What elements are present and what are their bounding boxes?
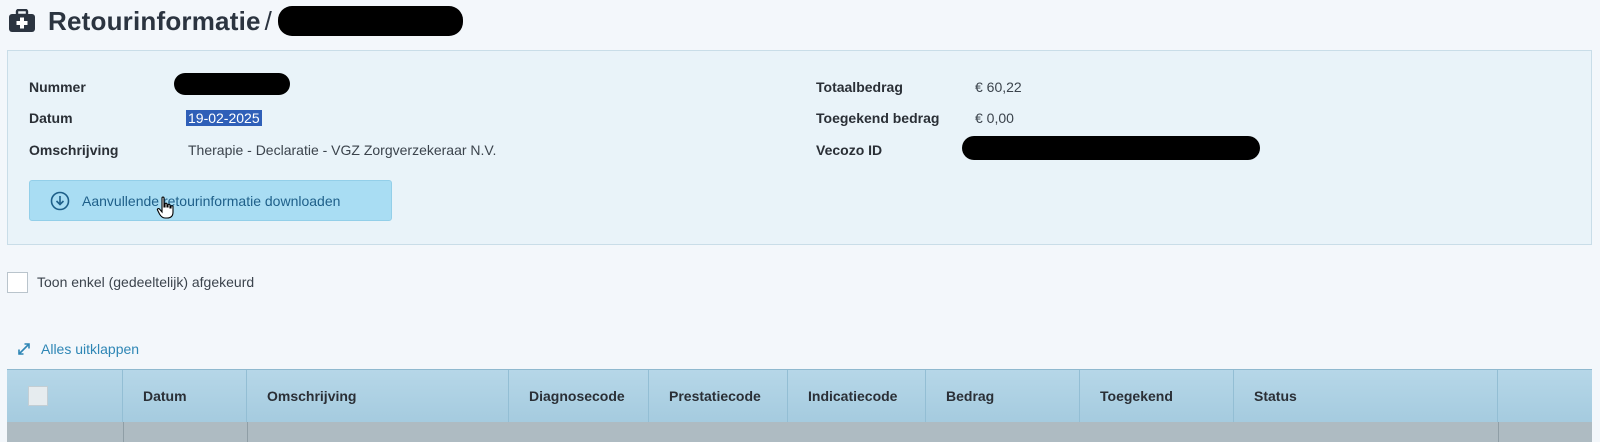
column-header-diagnosecode[interactable]: Diagnosecode (509, 370, 649, 423)
return-info-panel: Nummer Datum 19-02-2025 Omschrijving The… (7, 50, 1592, 245)
omschrijving-label: Omschrijving (29, 142, 119, 158)
nummer-label: Nummer (29, 79, 86, 95)
table-header: Datum Omschrijving Diagnosecode Prestati… (7, 369, 1592, 423)
toegekend-bedrag-label: Toegekend bedrag (816, 110, 940, 126)
page-title: Retourinformatie (48, 5, 261, 36)
omschrijving-value: Therapie - Declaratie - VGZ Zorgverzeker… (188, 142, 497, 158)
redacted-nummer-value (174, 73, 290, 95)
column-header-omschrijving[interactable]: Omschrijving (247, 370, 509, 423)
download-button-label: Aanvullende retourinformatie downloaden (82, 192, 341, 209)
datum-value: 19-02-2025 (186, 108, 262, 128)
column-header-status[interactable]: Status (1234, 370, 1498, 423)
title-separator: / (264, 5, 272, 36)
column-divider (1498, 422, 1499, 442)
datum-label: Datum (29, 110, 73, 126)
redacted-title-suffix (277, 6, 463, 36)
column-header-indicatiecode[interactable]: Indicatiecode (788, 370, 926, 423)
column-header-prestatiecode[interactable]: Prestatiecode (649, 370, 788, 423)
column-divider (247, 422, 248, 442)
toegekend-bedrag-value: € 0,00 (975, 110, 1014, 126)
totaalbedrag-value: € 60,22 (975, 79, 1022, 95)
medical-case-icon (9, 9, 35, 32)
select-all-column (7, 370, 123, 423)
datum-value-text: 19-02-2025 (186, 110, 262, 126)
download-circle-icon (50, 191, 70, 210)
rejected-filter-checkbox[interactable] (7, 271, 28, 293)
redacted-vecozo-id-value (962, 136, 1260, 160)
expand-all-link[interactable]: Alles uitklappen (17, 339, 139, 359)
expand-all-label: Alles uitklappen (41, 341, 140, 357)
column-divider (123, 422, 124, 442)
rejected-filter-row: Toon enkel (gedeeltelijk) afgekeurd (7, 270, 254, 294)
rejected-filter-label[interactable]: Toon enkel (gedeeltelijk) afgekeurd (37, 274, 254, 290)
table-body-top (7, 422, 1592, 442)
column-header-datum[interactable]: Datum (123, 370, 247, 423)
column-header-bedrag[interactable]: Bedrag (926, 370, 1080, 423)
select-all-checkbox[interactable] (28, 386, 48, 406)
totaalbedrag-label: Totaalbedrag (816, 79, 903, 95)
column-header-toegekend[interactable]: Toegekend (1080, 370, 1234, 423)
vecozo-id-label: Vecozo ID (816, 142, 883, 158)
column-header-actions (1498, 370, 1592, 423)
hand-pointer-cursor-icon (156, 196, 174, 219)
download-additional-info-button[interactable]: Aanvullende retourinformatie downloaden (29, 180, 392, 221)
expand-arrows-icon (18, 343, 30, 355)
page-header: Retourinformatie / (8, 2, 708, 40)
